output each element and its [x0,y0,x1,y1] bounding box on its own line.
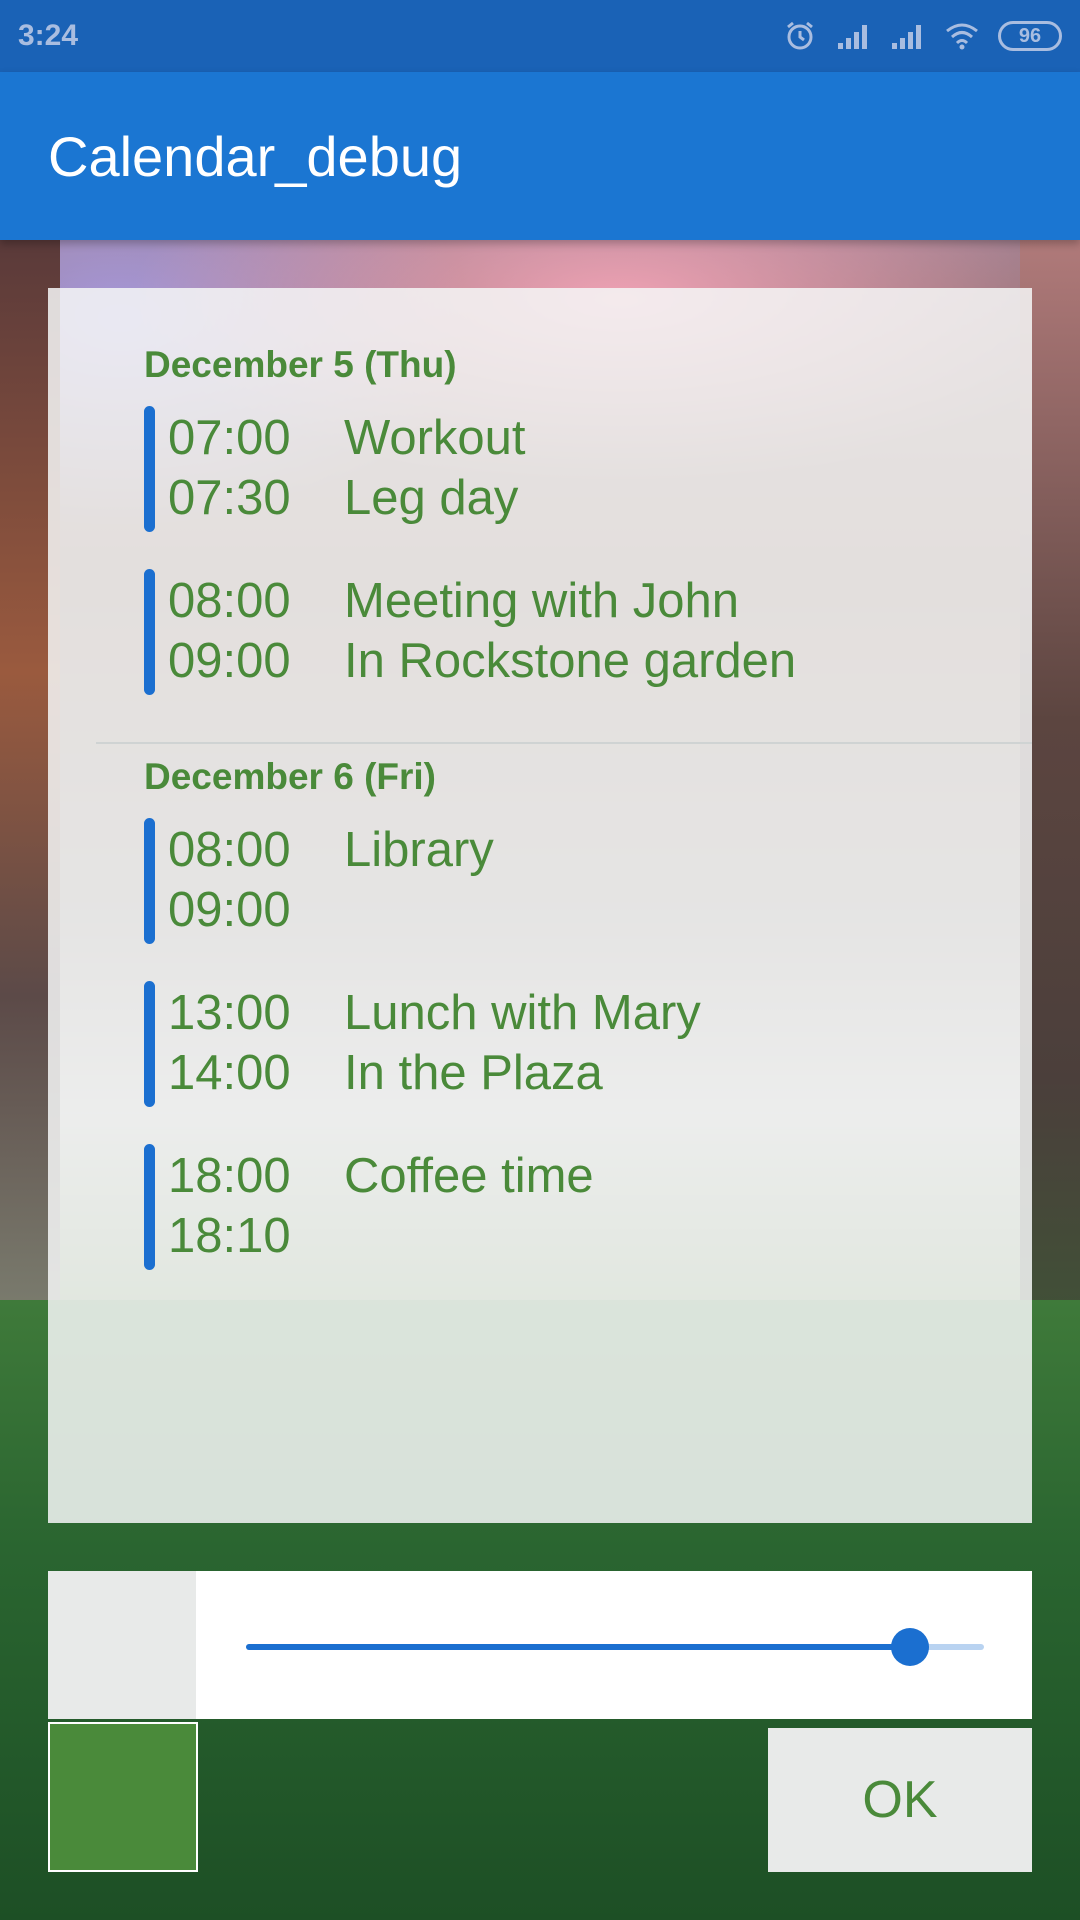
signal-icon [892,25,921,49]
event-title: Lunch with Mary [344,986,701,1040]
app-title: Calendar_debug [48,124,463,188]
alarm-icon [787,21,813,50]
event-end-time: 09:00 [168,634,291,688]
event-title: Library [344,823,494,877]
event-item[interactable]: 08:00 Meeting with John 09:00 In Rockstone… [144,569,1004,697]
event-color-bar [144,406,155,532]
battery-icon: 96 [998,21,1062,51]
signal-icon [838,25,867,49]
event-title: Workout [344,411,526,465]
text-color-swatch[interactable] [48,1722,198,1872]
transparency-control [48,1571,1032,1719]
event-color-bar [144,1144,155,1270]
event-start-time: 13:00 [168,986,291,1040]
event-end-time: 18:10 [168,1209,291,1263]
event-line-bottom: 18:10 [168,1208,344,1264]
event-color-bar [144,981,155,1107]
event-line-top: 08:00 Meeting with John [168,573,739,629]
app-bar: Calendar_debug [0,72,1080,240]
transparency-slider[interactable] [246,1628,984,1666]
event-location: Leg day [344,471,519,525]
event-start-time: 18:00 [168,1149,291,1203]
event-item[interactable]: 07:00 Workout 07:30 Leg day [144,406,1004,534]
status-icons: 96 [782,21,1062,51]
event-line-top: 07:00 Workout [168,410,526,466]
event-start-time: 08:00 [168,823,291,877]
event-line-bottom: 09:00 In Rockstone garden [168,633,796,689]
event-location: In Rockstone garden [344,634,797,688]
event-color-bar [144,569,155,695]
slider-fill [246,1644,911,1650]
event-line-bottom: 09:00 [168,882,344,938]
slider-thumb[interactable] [891,1628,930,1666]
event-item[interactable]: 13:00 Lunch with Mary 14:00 In the Plaza [144,981,1004,1109]
event-line-bottom: 14:00 In the Plaza [168,1045,603,1101]
battery-level: 96 [1018,24,1042,47]
background-color-swatch[interactable] [48,1571,196,1719]
event-item[interactable]: 18:00 Coffee time 18:10 [144,1144,1004,1272]
event-end-time: 09:00 [168,883,291,937]
event-end-time: 07:30 [168,471,291,525]
status-time: 3:24 [18,19,79,52]
wifi-icon [946,23,978,50]
event-line-top: 18:00 Coffee time [168,1148,594,1204]
event-location: In the Plaza [344,1046,603,1100]
event-line-top: 08:00 Library [168,822,494,878]
event-end-time: 14:00 [168,1046,291,1100]
calendar-widget-preview: December 5 (Thu) 07:00 Workout 07:30 Leg d… [48,288,1032,1523]
event-line-top: 13:00 Lunch with Mary [168,985,701,1041]
event-start-time: 07:00 [168,411,291,465]
status-bar: 3:24 96 [0,0,1080,72]
event-title: Coffee time [344,1149,594,1203]
day-header: December 5 (Thu) [144,344,457,385]
day-header: December 6 (Fri) [144,756,436,797]
event-item[interactable]: 08:00 Library 09:00 [144,818,1004,946]
event-start-time: 08:00 [168,574,291,628]
event-line-bottom: 07:30 Leg day [168,470,518,526]
day-divider [96,742,1032,744]
ok-button[interactable]: OK [768,1728,1032,1872]
event-color-bar [144,818,155,944]
event-title: Meeting with John [344,574,739,628]
